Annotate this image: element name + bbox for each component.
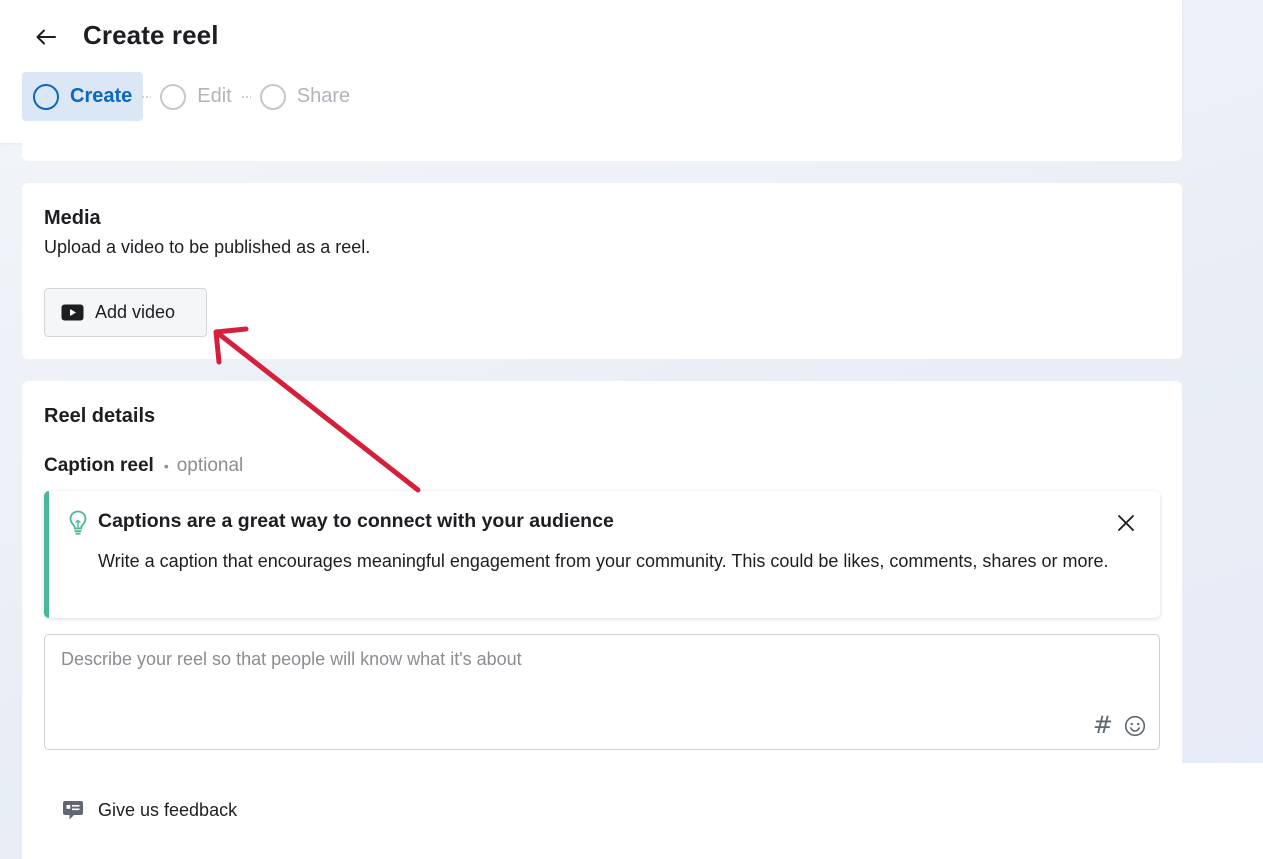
page-title: Create reel bbox=[83, 20, 219, 50]
close-tip-button[interactable] bbox=[1114, 511, 1138, 535]
media-description: Upload a video to be published as a reel… bbox=[44, 237, 371, 257]
step-create[interactable]: Create bbox=[22, 72, 144, 121]
tip-body: Write a caption that encourages meaningf… bbox=[98, 551, 1109, 571]
caption-optional-label: optional bbox=[176, 455, 244, 476]
caption-label: Caption reel bbox=[44, 455, 154, 476]
add-video-label: Add video bbox=[95, 302, 176, 322]
feedback-link[interactable]: Give us feedback bbox=[62, 799, 237, 821]
step-label: Share bbox=[296, 85, 351, 107]
caption-separator: • bbox=[163, 458, 169, 474]
step-circle-icon bbox=[33, 83, 59, 110]
video-play-icon bbox=[61, 304, 84, 321]
feedback-label: Give us feedback bbox=[98, 799, 238, 820]
page-header: Create reel Create Edit Share bbox=[0, 0, 1182, 143]
close-icon bbox=[1118, 515, 1134, 531]
step-label: Edit bbox=[197, 85, 232, 107]
back-button[interactable] bbox=[30, 22, 62, 52]
hashtag-button[interactable]: # bbox=[1093, 711, 1113, 739]
page-footer: Give us feedback bbox=[22, 763, 1263, 859]
reel-details-heading: Reel details bbox=[44, 405, 156, 427]
media-heading: Media bbox=[44, 207, 101, 229]
tip-title: Captions are a great way to connect with… bbox=[98, 510, 614, 532]
lightbulb-icon bbox=[69, 510, 87, 535]
step-share[interactable]: Share bbox=[249, 72, 361, 121]
caption-input[interactable] bbox=[45, 635, 1159, 749]
progress-stepper: Create Edit Share bbox=[22, 72, 361, 121]
step-circle-icon bbox=[160, 83, 187, 110]
previous-card-bottom bbox=[22, 143, 1182, 161]
arrow-left-icon bbox=[36, 29, 56, 45]
media-card: Media Upload a video to be published as … bbox=[22, 183, 1182, 359]
reel-details-card: Reel details Caption reel • optional Cap… bbox=[22, 381, 1182, 771]
caption-label-row: Caption reel • optional bbox=[44, 455, 243, 477]
feedback-chat-icon bbox=[63, 801, 83, 820]
caption-tip-banner: Captions are a great way to connect with… bbox=[44, 491, 1160, 618]
step-circle-icon bbox=[259, 83, 286, 110]
add-video-button[interactable]: Add video bbox=[44, 288, 207, 337]
emoji-icon[interactable] bbox=[1124, 715, 1146, 737]
step-edit[interactable]: Edit bbox=[149, 72, 242, 121]
step-label: Create bbox=[70, 85, 133, 107]
caption-field: # bbox=[44, 634, 1160, 750]
